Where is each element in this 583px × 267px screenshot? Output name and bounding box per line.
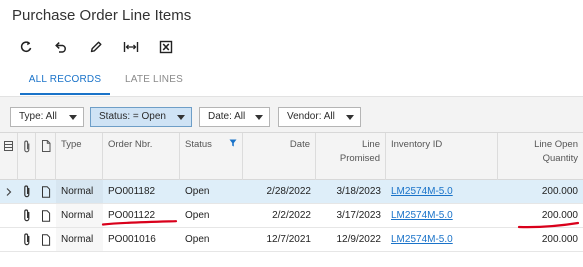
order-nbr-cell[interactable]: PO001182	[103, 180, 180, 203]
date-column-header[interactable]: Date	[243, 133, 316, 180]
tab-late-lines[interactable]: LATE LINES	[118, 65, 190, 95]
refresh-button[interactable]	[8, 36, 43, 58]
type-column-header[interactable]: Type	[56, 133, 103, 180]
line-promised-label-2: Promised	[339, 153, 380, 164]
page-title: Purchase Order Line Items	[12, 7, 192, 24]
export-excel-button[interactable]	[148, 36, 183, 58]
toolbar	[8, 36, 183, 58]
status-filter[interactable]: Status: = Open	[90, 107, 192, 127]
status-cell: Open	[185, 186, 210, 197]
line-promised-label-1: Line	[362, 139, 380, 150]
inventory-id-link[interactable]: LM2574M-5.0	[386, 228, 498, 251]
date-filter-label: Date: All	[208, 111, 246, 122]
inventory-id-link[interactable]: LM2574M-5.0	[386, 180, 498, 203]
filter-bar: Type: All Status: = Open Date: All Vendo…	[0, 96, 583, 132]
inventory-id-column-header[interactable]: Inventory ID	[386, 133, 498, 180]
vendor-filter[interactable]: Vendor: All	[278, 107, 361, 127]
paperclip-icon	[24, 232, 30, 245]
row-note-button[interactable]	[36, 180, 56, 203]
row-expand-indicator[interactable]	[0, 180, 18, 203]
chevron-down-icon	[255, 115, 263, 120]
document-icon	[42, 209, 51, 222]
date-filter[interactable]: Date: All	[199, 107, 270, 127]
line-open-qty-label-2: Quantity	[542, 153, 578, 164]
row-note-button[interactable]	[36, 228, 56, 251]
line-open-qty-cell: 200.000	[541, 234, 578, 245]
row-note-button[interactable]	[36, 204, 56, 227]
line-promised-column-header[interactable]: Line Promised	[316, 133, 386, 180]
order-nbr-column-header[interactable]: Order Nbr.	[103, 133, 180, 180]
document-icon	[42, 140, 51, 152]
undo-button[interactable]	[43, 36, 78, 58]
chevron-down-icon	[346, 115, 354, 120]
line-promised-cell: 12/9/2022	[336, 234, 382, 245]
fit-columns-button[interactable]	[113, 36, 148, 58]
grid-header: Type Order Nbr. Status Date Line Promise…	[0, 132, 583, 180]
pencil-icon	[90, 41, 101, 53]
table-row[interactable]: Normal PO001182 Open 2/28/2022 3/18/2023…	[0, 180, 583, 204]
document-icon	[42, 185, 51, 198]
row-attachment-button[interactable]	[18, 228, 36, 251]
line-open-qty-label-1: Line Open	[534, 139, 578, 150]
status-column-header[interactable]: Status	[180, 133, 243, 180]
status-cell: Open	[185, 234, 210, 245]
type-cell: Normal	[56, 180, 103, 203]
inventory-id-link[interactable]: LM2574M-5.0	[386, 204, 498, 227]
refresh-icon	[20, 41, 31, 52]
attachment-column-header[interactable]	[18, 133, 36, 180]
paperclip-icon	[24, 184, 30, 197]
chevron-down-icon	[69, 115, 77, 120]
type-cell: Normal	[56, 204, 103, 227]
line-open-qty-cell: 200.000	[541, 186, 578, 197]
document-icon	[42, 233, 51, 246]
filter-icon	[229, 139, 237, 147]
excel-icon	[159, 40, 172, 54]
line-open-qty-column-header[interactable]: Line Open Quantity	[498, 133, 583, 180]
status-filter-label: Status: = Open	[99, 111, 166, 122]
row-attachment-button[interactable]	[18, 180, 36, 203]
column-config-icon	[4, 141, 13, 151]
undo-icon	[54, 42, 66, 53]
paperclip-icon	[24, 208, 30, 221]
row-selector-header[interactable]	[0, 133, 18, 180]
date-cell: 2/28/2022	[266, 186, 312, 197]
type-filter[interactable]: Type: All	[10, 107, 84, 127]
order-nbr-cell[interactable]: PO001016	[103, 228, 180, 251]
note-column-header[interactable]	[36, 133, 56, 180]
chevron-right-icon	[6, 187, 12, 196]
vendor-filter-label: Vendor: All	[287, 111, 335, 122]
line-open-qty-cell: 200.000	[541, 210, 578, 221]
fit-columns-icon	[123, 42, 138, 52]
tab-bar: ALL RECORDS LATE LINES	[0, 65, 583, 95]
type-filter-label: Type: All	[19, 111, 57, 122]
tab-all-records[interactable]: ALL RECORDS	[20, 65, 110, 95]
edit-button[interactable]	[78, 36, 113, 58]
table-row[interactable]: Normal PO001122 Open 2/2/2022 3/17/2023 …	[0, 204, 583, 228]
paperclip-icon	[24, 140, 30, 153]
table-row[interactable]: Normal PO001016 Open 12/7/2021 12/9/2022…	[0, 228, 583, 252]
date-cell: 2/2/2022	[272, 210, 311, 221]
type-cell: Normal	[56, 228, 103, 251]
chevron-down-icon	[177, 115, 185, 120]
line-promised-cell: 3/18/2023	[336, 186, 382, 197]
date-cell: 12/7/2021	[266, 234, 312, 245]
row-attachment-button[interactable]	[18, 204, 36, 227]
line-promised-cell: 3/17/2023	[336, 210, 382, 221]
status-column-label: Status	[185, 139, 212, 150]
status-cell: Open	[185, 210, 210, 221]
order-nbr-cell[interactable]: PO001122	[103, 204, 180, 227]
